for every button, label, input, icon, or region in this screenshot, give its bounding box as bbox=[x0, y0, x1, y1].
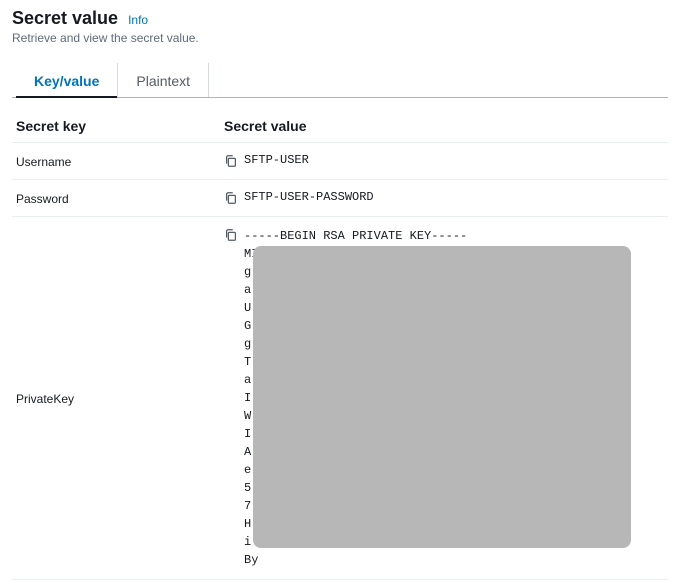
kv-table-header: Secret key Secret value bbox=[12, 104, 668, 143]
copy-icon[interactable] bbox=[224, 154, 238, 168]
redaction-overlay bbox=[253, 246, 631, 548]
panel-title: Secret value bbox=[12, 8, 118, 29]
key-cell: Password bbox=[16, 190, 224, 206]
copy-icon[interactable] bbox=[224, 191, 238, 205]
private-key-wrapper: -----BEGIN RSA PRIVATE KEY----- MII nNw … bbox=[244, 227, 664, 569]
column-header-value: Secret value bbox=[224, 118, 664, 134]
copy-icon[interactable] bbox=[224, 228, 238, 242]
value-cell: SFTP-USER-PASSWORD bbox=[244, 190, 374, 204]
panel-header: Secret value Info bbox=[12, 8, 668, 29]
key-cell: PrivateKey bbox=[16, 390, 224, 406]
table-row: Password SFTP-USER-PASSWORD bbox=[12, 180, 668, 217]
tabs: Key/value Plaintext bbox=[12, 63, 668, 98]
column-header-key: Secret key bbox=[16, 118, 224, 134]
tab-key-value[interactable]: Key/value bbox=[16, 63, 118, 97]
table-row: Username SFTP-USER bbox=[12, 143, 668, 180]
panel-subtitle: Retrieve and view the secret value. bbox=[12, 31, 668, 45]
secret-value-panel: Secret value Info Retrieve and view the … bbox=[0, 0, 680, 580]
info-link[interactable]: Info bbox=[128, 13, 148, 27]
key-cell: Username bbox=[16, 153, 224, 169]
tab-plaintext[interactable]: Plaintext bbox=[118, 63, 209, 97]
table-row: PrivateKey -----BEGIN RSA PRIVATE KEY---… bbox=[12, 217, 668, 580]
value-cell: SFTP-USER bbox=[244, 153, 309, 167]
